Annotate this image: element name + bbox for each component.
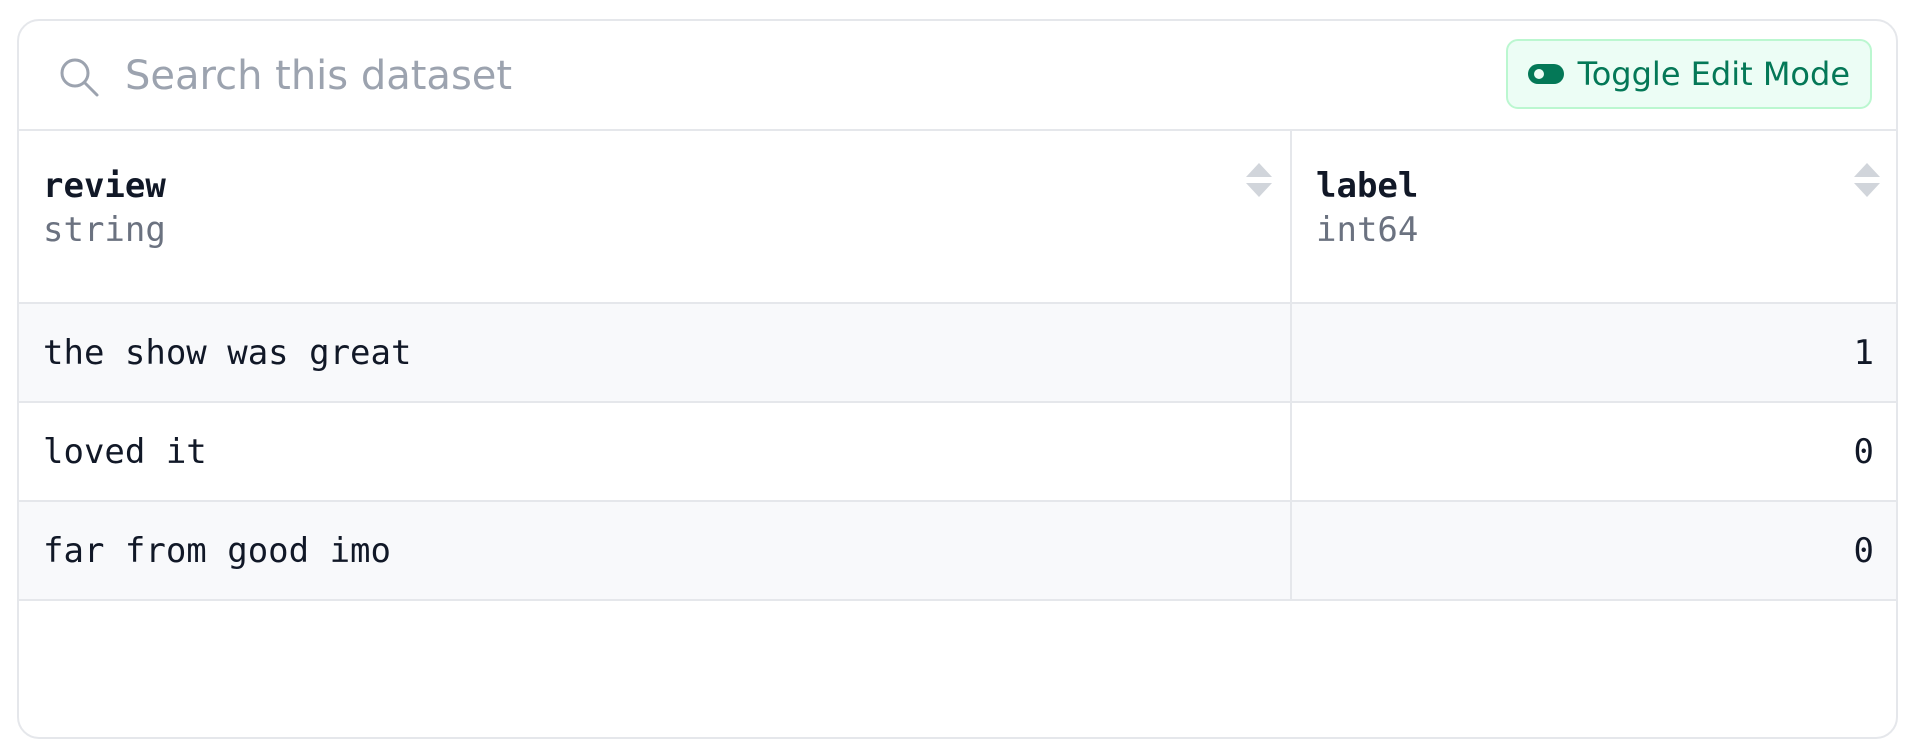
column-type: int64: [1316, 209, 1419, 250]
data-table: review string label int64 the show was g…: [19, 131, 1896, 601]
table-row: loved it 0: [19, 402, 1896, 502]
search-input[interactable]: [125, 43, 1125, 109]
sort-icon[interactable]: [1244, 161, 1274, 199]
table-row: far from good imo 0: [19, 501, 1896, 601]
cell-review[interactable]: the show was great: [19, 303, 1292, 403]
column-name: label: [1316, 165, 1419, 206]
table-row: the show was great 1: [19, 303, 1896, 403]
cell-review[interactable]: loved it: [19, 402, 1292, 502]
column-header-review[interactable]: review string: [19, 131, 1292, 304]
sort-icon[interactable]: [1852, 161, 1882, 199]
toggle-edit-mode-label: Toggle Edit Mode: [1577, 55, 1850, 93]
search-bar: Toggle Edit Mode: [19, 21, 1896, 131]
search-icon: [60, 58, 99, 97]
dataset-viewer-card: Toggle Edit Mode review string label: [17, 19, 1898, 739]
cell-label[interactable]: 0: [1291, 402, 1896, 502]
header-row: review string label int64: [19, 131, 1896, 304]
cell-label[interactable]: 1: [1291, 303, 1896, 403]
column-header-label[interactable]: label int64: [1291, 131, 1896, 304]
cell-label[interactable]: 0: [1291, 501, 1896, 601]
column-type: string: [43, 209, 166, 250]
cell-review[interactable]: far from good imo: [19, 501, 1292, 601]
toggle-edit-mode-button[interactable]: Toggle Edit Mode: [1505, 39, 1872, 109]
column-name: review: [43, 165, 166, 206]
toggle-icon: [1527, 64, 1564, 84]
